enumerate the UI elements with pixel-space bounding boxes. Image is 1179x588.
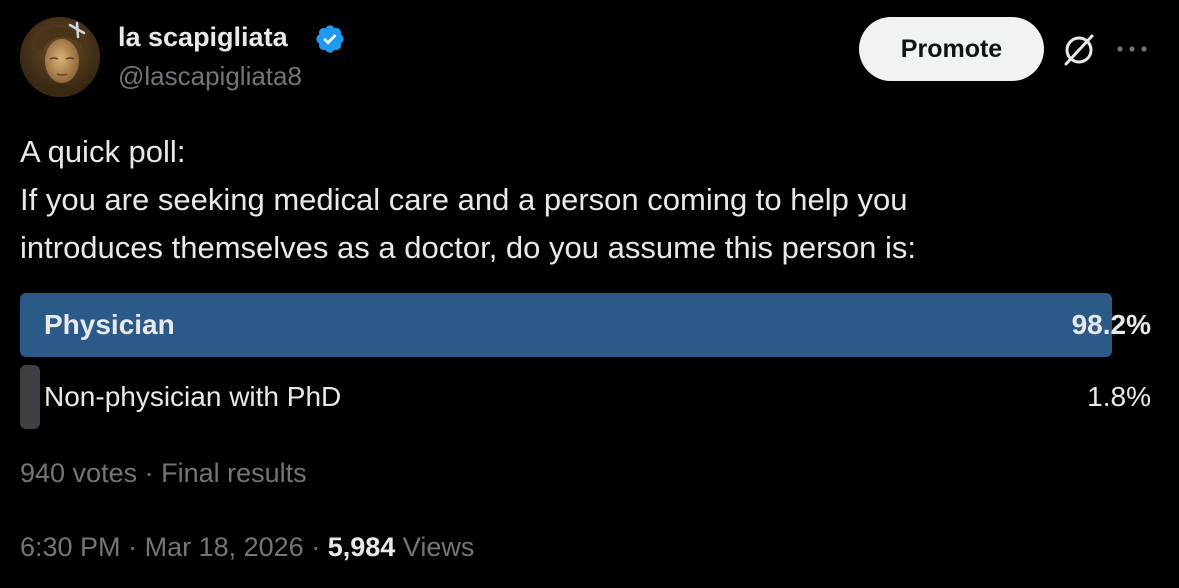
views-count[interactable]: 5,984 bbox=[328, 532, 396, 562]
views-label: Views bbox=[402, 532, 475, 562]
tweet-text-line: If you are seeking medical care and a pe… bbox=[20, 182, 908, 217]
tweet-date[interactable]: Mar 18, 2026 bbox=[145, 532, 304, 562]
poll-option-label: Non-physician with PhD bbox=[44, 381, 342, 412]
portrait-avatar-icon bbox=[20, 17, 100, 97]
poll-status: Final results bbox=[161, 458, 307, 488]
poll-option-percent: 1.8% bbox=[1087, 381, 1151, 412]
tweet-timestamp: 6:30 PM · Mar 18, 2026 · 5,984 Views bbox=[20, 529, 474, 565]
separator-dot: · bbox=[144, 458, 162, 488]
author-handle[interactable]: @lascapigliata8 bbox=[118, 59, 302, 93]
more-icon[interactable] bbox=[1114, 44, 1150, 54]
tweet-text-line: A quick poll: bbox=[20, 134, 186, 169]
poll-option-percent: 98.2% bbox=[1071, 309, 1151, 340]
separator-dot: · bbox=[128, 532, 145, 562]
poll-option-non-physician: Non-physician with PhD 1.8% bbox=[20, 365, 1151, 429]
poll-result-bar bbox=[20, 365, 40, 429]
tweet-time[interactable]: 6:30 PM bbox=[20, 532, 121, 562]
separator-dot: · bbox=[311, 532, 328, 562]
tweet-text: A quick poll: If you are seeking medical… bbox=[20, 128, 1150, 272]
poll-meta: 940 votes · Final results bbox=[20, 455, 307, 491]
tweet-text-line: introduces themselves as a doctor, do yo… bbox=[20, 230, 917, 265]
poll-result-bar bbox=[20, 293, 1112, 357]
grok-icon[interactable] bbox=[1060, 31, 1098, 69]
poll-votes: 940 votes bbox=[20, 458, 138, 488]
avatar[interactable] bbox=[20, 17, 100, 97]
verified-badge-icon[interactable] bbox=[314, 23, 346, 55]
promote-button[interactable]: Promote bbox=[859, 17, 1044, 81]
poll-option-label: Physician bbox=[44, 309, 175, 340]
author-display-name[interactable]: la scapigliata bbox=[118, 20, 288, 54]
poll-option-physician: Physician 98.2% bbox=[20, 293, 1151, 357]
